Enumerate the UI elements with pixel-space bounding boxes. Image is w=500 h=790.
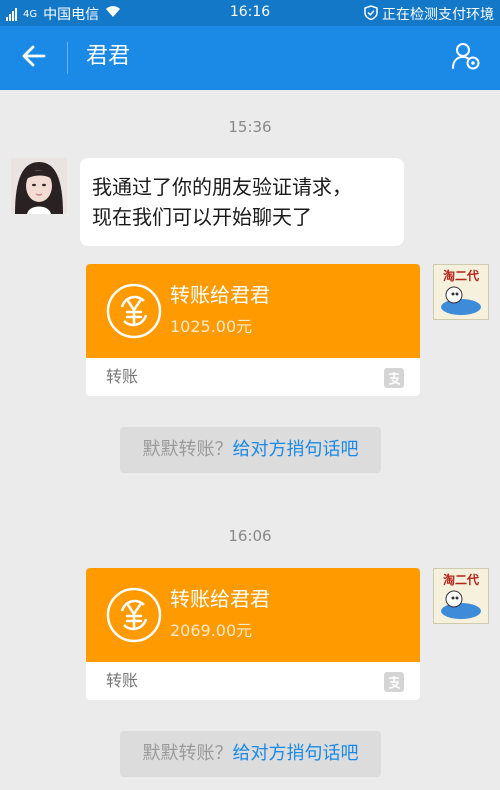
message-line-2: 现在我们可以开始聊天了	[92, 205, 312, 229]
hint-text: 默默转账？	[142, 743, 233, 764]
message-bubble[interactable]: 我通过了你的朋友验证请求， 现在我们可以开始聊天了	[80, 158, 404, 246]
profile-settings-button[interactable]	[446, 38, 486, 78]
security-status-text: 正在检测支付环境	[382, 7, 494, 23]
status-right: 正在检测支付环境	[364, 4, 494, 24]
transfer-card-header: 转账给君君 1025.00元	[86, 264, 420, 358]
shield-icon	[364, 4, 378, 24]
add-message-hint[interactable]: 默默转账？给对方捎句话吧	[120, 731, 381, 777]
transfer-title: 转账给君君	[170, 283, 270, 307]
yuan-transfer-icon	[106, 283, 162, 339]
transfer-card-header: 转账给君君 2069.00元	[86, 568, 420, 662]
hint-link[interactable]: 给对方捎句话吧	[233, 743, 359, 764]
yuan-transfer-icon	[106, 587, 162, 643]
chat-title: 君君	[86, 44, 131, 69]
alipay-icon	[384, 672, 404, 692]
add-message-hint[interactable]: 默默转账？给对方捎句话吧	[120, 427, 381, 473]
transfer-label: 转账	[106, 671, 139, 690]
arrow-left-icon	[22, 45, 46, 71]
back-button[interactable]	[14, 40, 54, 76]
my-avatar-text: 淘二代	[443, 572, 479, 587]
hint-link[interactable]: 给对方捎句话吧	[233, 439, 359, 460]
message-time: 16:06	[228, 527, 272, 545]
my-avatar[interactable]: 淘二代	[433, 568, 489, 624]
chat-header: 君君	[0, 26, 500, 90]
transfer-amount: 2069.00元	[170, 621, 253, 640]
contact-avatar[interactable]	[11, 158, 67, 214]
transfer-card[interactable]: 转账给君君 2069.00元 转账	[86, 568, 420, 700]
my-avatar[interactable]: 淘二代	[433, 264, 489, 320]
transfer-title: 转账给君君	[170, 587, 270, 611]
alipay-icon	[384, 368, 404, 388]
header-divider	[67, 42, 68, 74]
message-line-1: 我通过了你的朋友验证请求，	[92, 175, 352, 199]
my-avatar-text: 淘二代	[443, 268, 479, 283]
message-time: 15:36	[228, 118, 272, 136]
user-settings-icon	[451, 41, 481, 75]
transfer-label: 转账	[106, 367, 139, 386]
hint-text: 默默转账？	[142, 439, 233, 460]
transfer-amount: 1025.00元	[170, 317, 253, 336]
transfer-card[interactable]: 转账给君君 1025.00元 转账	[86, 264, 420, 396]
status-bar: 4G 中国电信 16:16 正在检测支付环境	[0, 0, 500, 26]
